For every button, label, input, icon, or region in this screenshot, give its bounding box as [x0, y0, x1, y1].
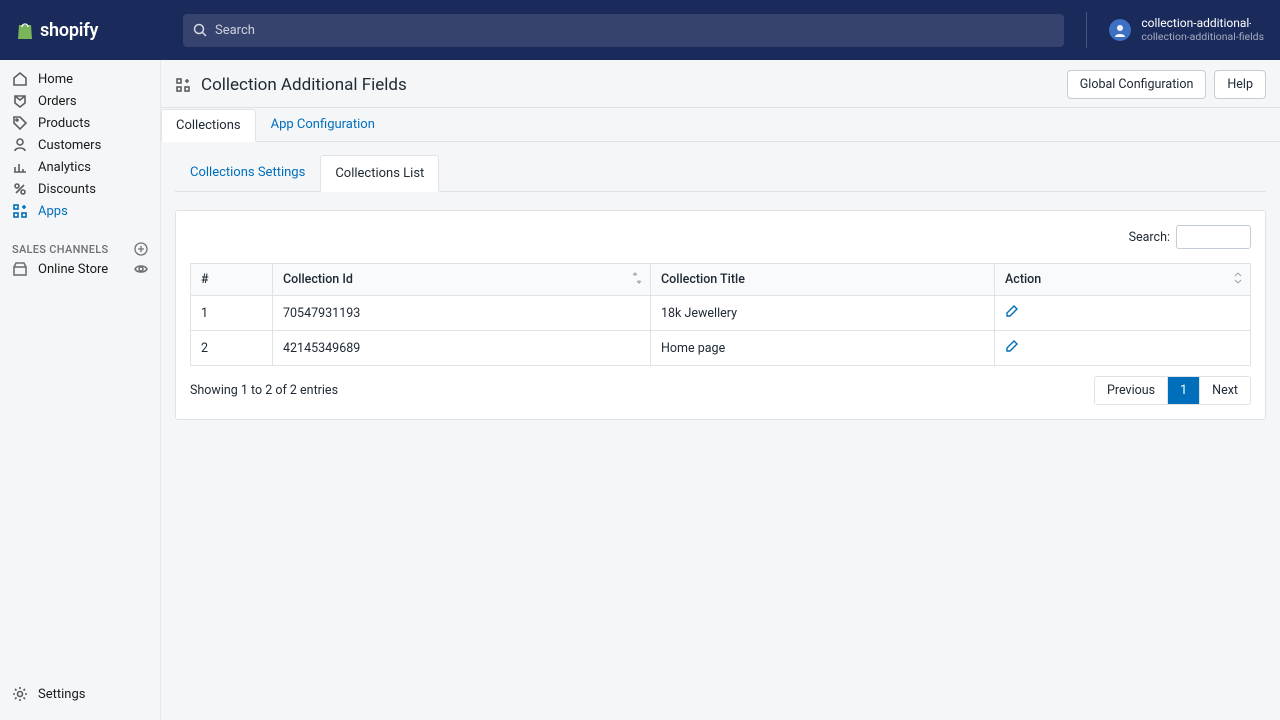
cell-num: 1: [191, 296, 273, 331]
cell-num: 2: [191, 331, 273, 366]
table-row: 1 70547931193 18k Jewellery: [191, 296, 1251, 331]
primary-tabs: Collections App Configuration: [161, 108, 1280, 142]
customers-icon: [12, 137, 28, 153]
brand-text: shopify: [40, 20, 98, 41]
account-name: collection-additional-fiel…: [1141, 17, 1251, 31]
page-next-button[interactable]: Next: [1199, 377, 1250, 404]
table-search-label: Search:: [1129, 230, 1170, 245]
discounts-icon: [12, 181, 28, 197]
help-button[interactable]: Help: [1214, 70, 1266, 99]
nav-label: Discounts: [38, 182, 96, 197]
nav-label: Home: [38, 72, 73, 87]
top-bar: shopify collection-additional-fiel… coll…: [0, 0, 1280, 60]
col-header-id[interactable]: Collection Id: [273, 264, 651, 296]
cell-title: Home page: [651, 331, 995, 366]
sales-channels-header: SALES CHANNELS: [0, 242, 160, 256]
home-icon: [12, 71, 28, 87]
cell-id: 42145349689: [273, 331, 651, 366]
add-channel-icon[interactable]: [134, 242, 148, 256]
nav-discounts[interactable]: Discounts: [0, 178, 160, 200]
subtab-collections-settings[interactable]: Collections Settings: [175, 154, 320, 191]
orders-icon: [12, 93, 28, 109]
sort-icon: [1234, 272, 1242, 288]
edit-icon[interactable]: [1005, 342, 1019, 357]
table-search: Search:: [190, 225, 1251, 249]
table-row: 2 42145349689 Home page: [191, 331, 1251, 366]
nav-label: Analytics: [38, 160, 91, 175]
analytics-icon: [12, 159, 28, 175]
col-header-title[interactable]: Collection Title: [651, 264, 995, 296]
apps-icon: [12, 203, 28, 219]
shopify-bag-icon: [16, 20, 34, 40]
table-search-input[interactable]: [1176, 225, 1251, 249]
nav-settings[interactable]: Settings: [0, 680, 160, 708]
cell-title: 18k Jewellery: [651, 296, 995, 331]
pagination: Previous 1 Next: [1094, 376, 1251, 405]
user-icon: [1113, 23, 1127, 37]
table-footer: Showing 1 to 2 of 2 entries Previous 1 N…: [190, 376, 1251, 405]
store-icon: [12, 261, 28, 277]
page-prev-button[interactable]: Previous: [1095, 377, 1167, 404]
brand-logo[interactable]: shopify: [16, 20, 161, 41]
sort-icon: [632, 272, 642, 288]
channel-online-store[interactable]: Online Store: [0, 256, 160, 282]
gear-icon: [12, 686, 28, 702]
eye-icon[interactable]: [134, 262, 148, 276]
collections-table: # Collection Id Collection Title Action: [190, 263, 1251, 366]
settings-label: Settings: [38, 687, 85, 702]
nav-customers[interactable]: Customers: [0, 134, 160, 156]
secondary-tabs: Collections Settings Collections List: [175, 154, 1266, 192]
nav-analytics[interactable]: Analytics: [0, 156, 160, 178]
account-menu[interactable]: collection-additional-fiel… collection-a…: [1109, 17, 1264, 43]
nav-home[interactable]: Home: [0, 68, 160, 90]
apps-icon: [175, 77, 191, 93]
collections-list-card: Search: # Collection Id Collection Title…: [175, 210, 1266, 420]
account-subtitle: collection-additional-fields: [1141, 31, 1264, 43]
subtab-collections-list[interactable]: Collections List: [320, 155, 439, 192]
products-icon: [12, 115, 28, 131]
col-header-action[interactable]: Action: [995, 264, 1251, 296]
topbar-divider: [1086, 12, 1087, 48]
nav-label: Orders: [38, 94, 77, 109]
main-content: Collection Additional Fields Global Conf…: [161, 60, 1280, 720]
search-input[interactable]: [215, 23, 1054, 38]
tab-collections[interactable]: Collections: [161, 109, 256, 142]
page-title: Collection Additional Fields: [201, 75, 407, 95]
nav-products[interactable]: Products: [0, 112, 160, 134]
sidebar: Home Orders Products Customers Analytics…: [0, 60, 161, 720]
nav-orders[interactable]: Orders: [0, 90, 160, 112]
page-1-button[interactable]: 1: [1167, 377, 1199, 404]
edit-icon[interactable]: [1005, 307, 1019, 322]
avatar: [1109, 19, 1131, 41]
global-search[interactable]: [183, 14, 1064, 47]
global-configuration-button[interactable]: Global Configuration: [1067, 70, 1207, 99]
nav-label: Apps: [38, 204, 68, 219]
search-icon: [193, 23, 207, 37]
page-header: Collection Additional Fields Global Conf…: [161, 60, 1280, 108]
cell-id: 70547931193: [273, 296, 651, 331]
entries-info: Showing 1 to 2 of 2 entries: [190, 383, 338, 398]
nav-label: Products: [38, 116, 90, 131]
channel-label: Online Store: [38, 262, 108, 277]
col-header-num[interactable]: #: [191, 264, 273, 296]
tab-app-configuration[interactable]: App Configuration: [256, 108, 390, 141]
nav-label: Customers: [38, 138, 101, 153]
nav-apps[interactable]: Apps: [0, 200, 160, 222]
